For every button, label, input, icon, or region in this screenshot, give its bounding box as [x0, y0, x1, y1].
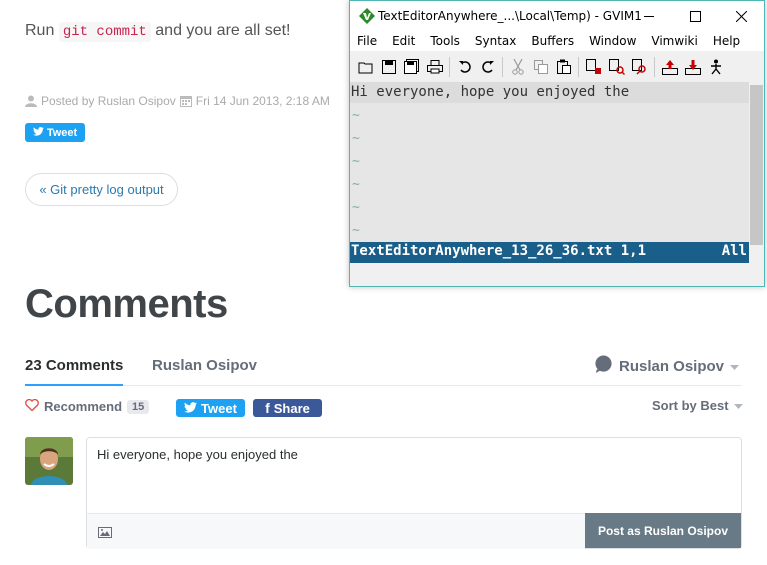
menu-edit[interactable]: Edit — [385, 34, 423, 48]
empty-line-marker: ~ — [352, 154, 360, 169]
gvim-text-area[interactable]: Hi everyone, hope you enjoyed the ~ ~ ~ … — [350, 82, 749, 242]
gvim-command-line[interactable] — [350, 263, 764, 286]
menu-buffers[interactable]: Buffers — [524, 34, 582, 48]
find-prev-icon[interactable] — [628, 56, 651, 78]
facebook-share-button[interactable]: f Share — [253, 399, 322, 417]
copy-icon[interactable] — [529, 56, 552, 78]
toolbar-separator — [578, 56, 579, 77]
vim-app-icon — [359, 8, 375, 29]
chevron-down-icon — [733, 398, 743, 413]
recommend-button[interactable]: Recommend 15 — [25, 398, 150, 414]
git-commit-code: git commit — [58, 22, 151, 42]
gvim-status-line: TextEditorAnywhere_13_26_36.txt 1,1 All — [350, 242, 749, 263]
open-icon[interactable] — [354, 56, 377, 78]
close-button[interactable] — [718, 1, 764, 31]
replace-icon[interactable] — [582, 56, 605, 78]
tweet-label: Tweet — [46, 126, 78, 139]
chat-bubble-icon — [594, 355, 613, 378]
tab-community[interactable]: Ruslan Osipov — [152, 357, 257, 374]
find-next-icon[interactable] — [605, 56, 628, 78]
recommend-count: 15 — [127, 399, 150, 414]
sort-label: Sort by Best — [652, 398, 729, 413]
status-position: All — [721, 243, 747, 259]
menu-window[interactable]: Window — [582, 34, 644, 48]
toolbar-separator — [449, 56, 450, 77]
empty-line-marker: ~ — [352, 223, 360, 238]
gvim-title: TextEditorAnywhere_...\Local\Temp) - GVI… — [378, 9, 642, 23]
run-suffix: and you are all set! — [155, 22, 291, 39]
comment-draft-text[interactable]: Hi everyone, hope you enjoyed the — [97, 447, 298, 462]
posted-by: Posted by Ruslan Osipov — [41, 94, 176, 108]
twitter-bird-icon — [184, 401, 198, 416]
comment-toolbar — [87, 513, 585, 549]
calendar-icon — [179, 95, 192, 107]
menu-tools[interactable]: Tools — [423, 34, 468, 48]
gvim-titlebar[interactable]: TextEditorAnywhere_...\Local\Temp) - GVI… — [350, 1, 764, 31]
menu-file[interactable]: File — [350, 34, 385, 48]
tweet-label: Tweet — [201, 400, 237, 416]
empty-line-marker: ~ — [352, 200, 360, 215]
run-script-icon[interactable] — [704, 56, 727, 78]
minimize-button[interactable] — [626, 1, 672, 31]
chevron-down-icon — [730, 358, 740, 375]
toolbar-separator — [502, 56, 503, 77]
gvim-menubar: File Edit Tools Syntax Buffers Window Vi… — [350, 31, 764, 51]
tweet-button[interactable]: Tweet — [176, 399, 245, 417]
comments-heading: Comments — [25, 282, 228, 326]
twitter-bird-icon — [32, 126, 44, 139]
empty-line-marker: ~ — [352, 177, 360, 192]
previous-post-link[interactable]: « Git pretty log output — [25, 173, 178, 206]
maximize-button[interactable] — [672, 1, 718, 31]
cut-icon[interactable] — [506, 56, 529, 78]
user-icon — [25, 95, 37, 107]
save-session-icon[interactable] — [681, 56, 704, 78]
menu-syntax[interactable]: Syntax — [468, 34, 524, 48]
sort-dropdown[interactable]: Sort by Best — [652, 398, 743, 413]
status-filename: TextEditorAnywhere_13_26_36.txt 1,1 — [351, 243, 647, 259]
facebook-icon: f — [265, 400, 270, 416]
post-meta: Posted by Ruslan Osipov Fri 14 Jun 2013,… — [25, 94, 330, 108]
buffer-line-1: Hi everyone, hope you enjoyed the — [351, 84, 630, 100]
undo-icon[interactable] — [453, 56, 476, 78]
recommend-label: Recommend — [44, 399, 123, 414]
run-prefix: Run — [25, 22, 55, 39]
post-comment-button[interactable]: Post as Ruslan Osipov — [585, 513, 741, 548]
avatar[interactable] — [25, 437, 73, 485]
menu-help[interactable]: Help — [706, 34, 748, 48]
gvim-window: TextEditorAnywhere_...\Local\Temp) - GVI… — [349, 0, 765, 287]
print-icon[interactable] — [423, 56, 446, 78]
user-menu-label: Ruslan Osipov — [619, 358, 725, 375]
tweet-button-small[interactable]: Tweet — [25, 123, 85, 142]
gvim-scroll-thumb[interactable] — [750, 85, 763, 245]
save-all-icon[interactable] — [400, 56, 423, 78]
heart-icon — [25, 398, 39, 414]
gvim-toolbar — [350, 52, 764, 81]
tab-comment-count[interactable]: 23 Comments — [25, 357, 123, 374]
save-icon[interactable] — [377, 56, 400, 78]
share-label: Share — [273, 400, 310, 416]
toolbar-separator — [654, 56, 655, 77]
menu-vimwiki[interactable]: Vimwiki — [644, 34, 705, 48]
load-session-icon[interactable] — [658, 56, 681, 78]
paste-icon[interactable] — [552, 56, 575, 78]
tab-divider — [25, 385, 742, 386]
redo-icon[interactable] — [476, 56, 499, 78]
active-tab-indicator — [25, 384, 123, 386]
run-instruction: Run git commit and you are all set! — [25, 22, 291, 42]
empty-line-marker: ~ — [352, 131, 360, 146]
empty-line-marker: ~ — [352, 108, 360, 123]
image-upload-icon[interactable] — [98, 525, 112, 543]
posted-date: Fri 14 Jun 2013, 2:18 AM — [195, 94, 330, 108]
user-menu[interactable]: Ruslan Osipov — [594, 355, 740, 378]
